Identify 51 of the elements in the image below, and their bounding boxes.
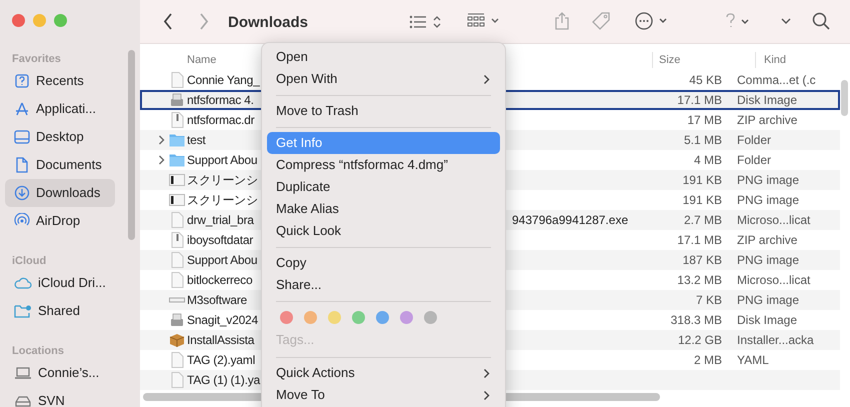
file-name: TAG (1) (1).ya bbox=[187, 372, 262, 389]
table-cell: 5.1 MB bbox=[684, 133, 722, 147]
file-name: 943796a9941287.exe bbox=[512, 213, 628, 227]
table-cell: Comma...et (.c bbox=[737, 73, 816, 87]
table-cell: 191 KB bbox=[682, 193, 722, 207]
file-name: ntfsformac 4. bbox=[187, 92, 255, 109]
file-name: スクリーンシ bbox=[187, 172, 259, 189]
table-cell: Microso...licat bbox=[737, 273, 810, 287]
table-cell: Microso...licat bbox=[737, 213, 810, 227]
table-cell: 187 KB bbox=[682, 253, 722, 267]
table-cell: 17.1 MB bbox=[677, 93, 722, 107]
section-heading: Favorites bbox=[11, 52, 62, 66]
file-name: TAG (2).yaml bbox=[187, 352, 256, 369]
table-cell: PNG image bbox=[737, 173, 800, 187]
table-cell: 191 KB bbox=[682, 173, 722, 187]
section-heading: Locations bbox=[11, 344, 65, 358]
file-name: ntfsformac.dr bbox=[187, 112, 256, 129]
file-name: iboysoftdatar bbox=[187, 232, 254, 249]
table-cell: Folder bbox=[737, 153, 772, 167]
window-title: Downloads bbox=[228, 13, 308, 33]
file-name: Support Abou bbox=[187, 252, 258, 269]
table-cell: PNG image bbox=[737, 253, 800, 267]
file-name: Support Abou bbox=[187, 152, 258, 169]
file-name: InstallAssista bbox=[187, 332, 256, 349]
table-cell: PNG image bbox=[737, 293, 800, 307]
table-cell: 4 MB bbox=[694, 153, 722, 167]
table-cell: Disk Image bbox=[737, 93, 798, 107]
file-name: drw_trial_bra bbox=[187, 212, 255, 229]
table-cell: Installer...acka bbox=[737, 333, 814, 347]
table-cell: 7 KB bbox=[696, 293, 722, 307]
table-cell: 13.2 MB bbox=[677, 273, 722, 287]
table-cell: ZIP archive bbox=[737, 233, 798, 247]
table-cell: PNG image bbox=[737, 193, 800, 207]
table-cell: 2.7 MB bbox=[684, 213, 722, 227]
table-cell: 17.1 MB bbox=[677, 233, 722, 247]
table-cell: 2 MB bbox=[694, 353, 722, 367]
file-name: bitlockerreco bbox=[187, 272, 254, 289]
table-cell: YAML bbox=[737, 353, 769, 367]
section-heading: iCloud bbox=[11, 254, 48, 268]
file-name: M3software bbox=[187, 292, 248, 309]
table-cell: Folder bbox=[737, 133, 772, 147]
file-name: Snagit_v2024 bbox=[187, 312, 259, 329]
table-cell: 318.3 MB bbox=[670, 313, 722, 327]
table-cell: Disk Image bbox=[737, 313, 798, 327]
file-name: スクリーンシ bbox=[187, 192, 259, 209]
file-name: Connie Yang_ bbox=[187, 72, 261, 89]
table-cell: 12.2 GB bbox=[678, 333, 722, 347]
table-cell: 17 MB bbox=[687, 113, 722, 127]
table-cell: 45 KB bbox=[689, 73, 722, 87]
table-cell: ZIP archive bbox=[737, 113, 798, 127]
file-name: test bbox=[187, 132, 207, 149]
